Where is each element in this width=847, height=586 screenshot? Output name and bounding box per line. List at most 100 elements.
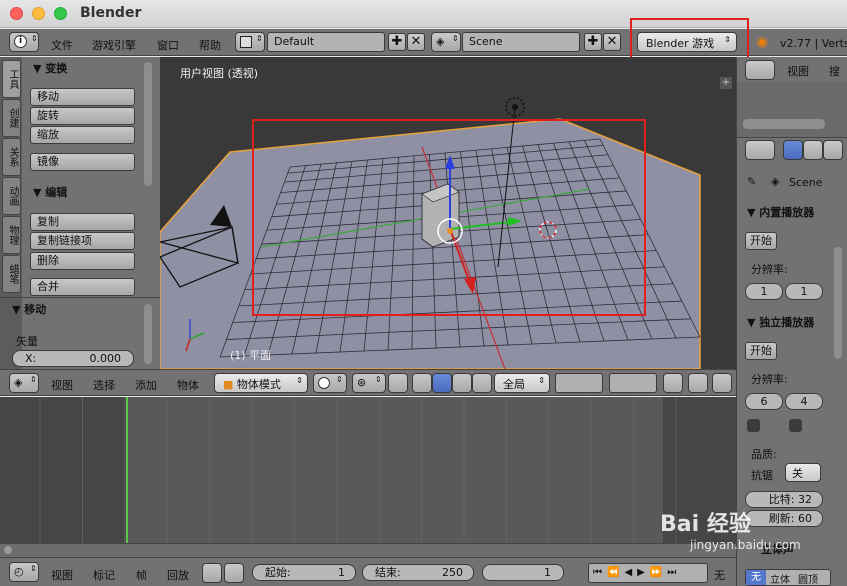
lock-layers-button[interactable] bbox=[663, 373, 683, 393]
layer-buttons-right[interactable] bbox=[609, 373, 657, 393]
screen-layout-name[interactable]: Default bbox=[267, 32, 385, 52]
transform-panel-header[interactable]: ▼ 变换 bbox=[33, 60, 67, 76]
duplicate-linked-button[interactable]: 复制链接项 bbox=[30, 232, 135, 250]
menu-file[interactable]: 文件 bbox=[51, 37, 73, 53]
maximize-window-button[interactable] bbox=[54, 7, 67, 20]
menu-playback[interactable]: 回放 bbox=[167, 567, 189, 583]
move-operator-header[interactable]: ▼ 移动 bbox=[12, 301, 46, 317]
snap-button[interactable] bbox=[712, 373, 732, 393]
menu-frame[interactable]: 帧 bbox=[136, 567, 147, 583]
delete-button[interactable]: 删除 bbox=[30, 252, 135, 270]
operator-panel-scrollbar[interactable] bbox=[144, 304, 152, 364]
dome-option[interactable]: 圆顶 bbox=[798, 571, 818, 586]
resolution-x-field[interactable]: 1 bbox=[745, 283, 783, 300]
vector-x-field[interactable]: X: 0.000 bbox=[12, 350, 134, 367]
rotate-manipulator-button[interactable] bbox=[452, 373, 472, 393]
add-layout-button[interactable]: ✚ bbox=[388, 33, 406, 51]
standalone-start-button[interactable]: 开始 bbox=[745, 342, 777, 360]
sync-mode[interactable]: 无 bbox=[714, 567, 725, 583]
tab-physics[interactable]: 物理 bbox=[2, 216, 21, 254]
editor-type-timeline-button[interactable]: ◴ ⇕ bbox=[9, 562, 39, 582]
desktop-checkbox[interactable] bbox=[789, 419, 802, 432]
menu-marker[interactable]: 标记 bbox=[93, 567, 115, 583]
render-tab-icon[interactable] bbox=[783, 140, 803, 160]
start-frame-field[interactable]: 起始: 1 bbox=[252, 564, 356, 581]
layer-buttons-left[interactable] bbox=[555, 373, 603, 393]
embedded-start-button[interactable]: 开始 bbox=[745, 232, 777, 250]
embedded-player-header[interactable]: ▼ 内置播放器 bbox=[747, 204, 814, 220]
end-frame-field[interactable]: 结束: 250 bbox=[362, 564, 474, 581]
add-scene-button[interactable]: ✚ bbox=[584, 33, 602, 51]
editor-type-outliner-button[interactable] bbox=[745, 60, 775, 80]
lock-frame-button[interactable] bbox=[224, 563, 244, 583]
pin-icon[interactable]: ✎ bbox=[747, 175, 756, 188]
stereo-none-option[interactable]: 无 bbox=[746, 570, 766, 585]
menu-add[interactable]: 添加 bbox=[135, 377, 157, 393]
menu-window[interactable]: 窗口 bbox=[157, 37, 179, 53]
outliner-view-menu[interactable]: 视图 bbox=[787, 63, 809, 79]
properties-toggle-icon[interactable]: + bbox=[720, 77, 732, 89]
bit-depth-field[interactable]: 比特: 32 bbox=[745, 491, 823, 508]
ruler-scroll-handle[interactable] bbox=[4, 546, 12, 554]
scene-selector[interactable]: ◈ ⇕ bbox=[431, 32, 461, 52]
scene-name[interactable]: Scene bbox=[462, 32, 580, 52]
manipulator-center-button[interactable] bbox=[388, 373, 408, 393]
minimize-window-button[interactable] bbox=[32, 7, 45, 20]
tab-relations[interactable]: 关系 bbox=[2, 138, 21, 176]
resolution-x-field-2[interactable]: 6 bbox=[745, 393, 783, 410]
interaction-mode-dropdown[interactable]: ■ 物体模式 ⇕ bbox=[214, 373, 308, 393]
stereo-mode-selector[interactable]: 无 立体 圆顶 bbox=[745, 569, 831, 586]
scale-manipulator-button[interactable] bbox=[472, 373, 492, 393]
editor-type-info-button[interactable]: i ⇕ bbox=[9, 32, 39, 52]
antialias-dropdown[interactable]: 关 bbox=[785, 463, 821, 482]
editor-type-properties-button[interactable] bbox=[745, 140, 775, 160]
mirror-button[interactable]: 镜像 bbox=[30, 153, 135, 171]
current-frame-marker[interactable] bbox=[126, 397, 128, 543]
edit-panel-header[interactable]: ▼ 编辑 bbox=[33, 184, 67, 200]
standalone-player-header[interactable]: ▼ 独立播放器 bbox=[747, 314, 814, 330]
transform-orientation-dropdown[interactable]: 全局 ⇕ bbox=[494, 373, 550, 393]
editor-type-3d-button[interactable]: ◈ ⇕ bbox=[9, 373, 39, 393]
quality-label: 品质: bbox=[751, 448, 777, 461]
menu-object[interactable]: 物体 bbox=[177, 377, 199, 393]
stereo-option[interactable]: 立体 bbox=[770, 571, 790, 586]
pivot-point-dropdown[interactable]: ⊛ ⇕ bbox=[352, 373, 386, 393]
tab-create[interactable]: 创建 bbox=[2, 99, 21, 137]
translate-manipulator-button[interactable] bbox=[432, 373, 452, 393]
close-window-button[interactable] bbox=[10, 7, 23, 20]
render-preview-button[interactable] bbox=[688, 373, 708, 393]
tab-animation[interactable]: 动画 bbox=[2, 177, 21, 215]
render-layers-tab-icon[interactable] bbox=[803, 140, 823, 160]
timeline-ruler[interactable] bbox=[0, 543, 736, 557]
refresh-rate-field[interactable]: 刷新: 60 bbox=[745, 510, 823, 527]
resolution-y-field[interactable]: 1 bbox=[785, 283, 823, 300]
scene-tab-icon[interactable] bbox=[823, 140, 843, 160]
duplicate-button[interactable]: 复制 bbox=[30, 213, 135, 231]
tab-grease-pencil[interactable]: 蜡笔 bbox=[2, 255, 21, 293]
menu-game-engine[interactable]: 游戏引擎 bbox=[92, 37, 136, 53]
menu-select[interactable]: 选择 bbox=[93, 377, 115, 393]
tool-shelf-scrollbar[interactable] bbox=[144, 62, 152, 186]
viewport-shading-dropdown[interactable]: ⇕ bbox=[313, 373, 347, 393]
menu-timeline-view[interactable]: 视图 bbox=[51, 567, 73, 583]
fullscreen-checkbox[interactable] bbox=[747, 419, 760, 432]
remove-scene-button[interactable]: ✕ bbox=[603, 33, 621, 51]
timeline-editor[interactable]: -40-200204060801001201401601802002202402… bbox=[0, 397, 736, 557]
current-frame-field[interactable]: 1 bbox=[482, 564, 564, 581]
resolution-y-field-2[interactable]: 4 bbox=[785, 393, 823, 410]
properties-scrollbar[interactable] bbox=[834, 247, 842, 359]
screen-layout-selector[interactable]: ⇕ bbox=[235, 32, 265, 52]
outliner-scrollbar[interactable] bbox=[743, 119, 825, 129]
scale-button[interactable]: 缩放 bbox=[30, 126, 135, 144]
playback-controls[interactable]: ⏮⏪◀▶⏩⏭ bbox=[588, 563, 708, 583]
remove-layout-button[interactable]: ✕ bbox=[407, 33, 425, 51]
preview-range-button[interactable] bbox=[202, 563, 222, 583]
menu-help[interactable]: 帮助 bbox=[199, 37, 221, 53]
manipulator-toggle-button[interactable] bbox=[412, 373, 432, 393]
move-button[interactable]: 移动 bbox=[30, 88, 135, 106]
rotate-button[interactable]: 旋转 bbox=[30, 107, 135, 125]
menu-view[interactable]: 视图 bbox=[51, 377, 73, 393]
tab-tools[interactable]: 工具 bbox=[2, 60, 21, 98]
clock-icon: ◴ bbox=[14, 565, 24, 578]
join-button[interactable]: 合并 bbox=[30, 278, 135, 296]
